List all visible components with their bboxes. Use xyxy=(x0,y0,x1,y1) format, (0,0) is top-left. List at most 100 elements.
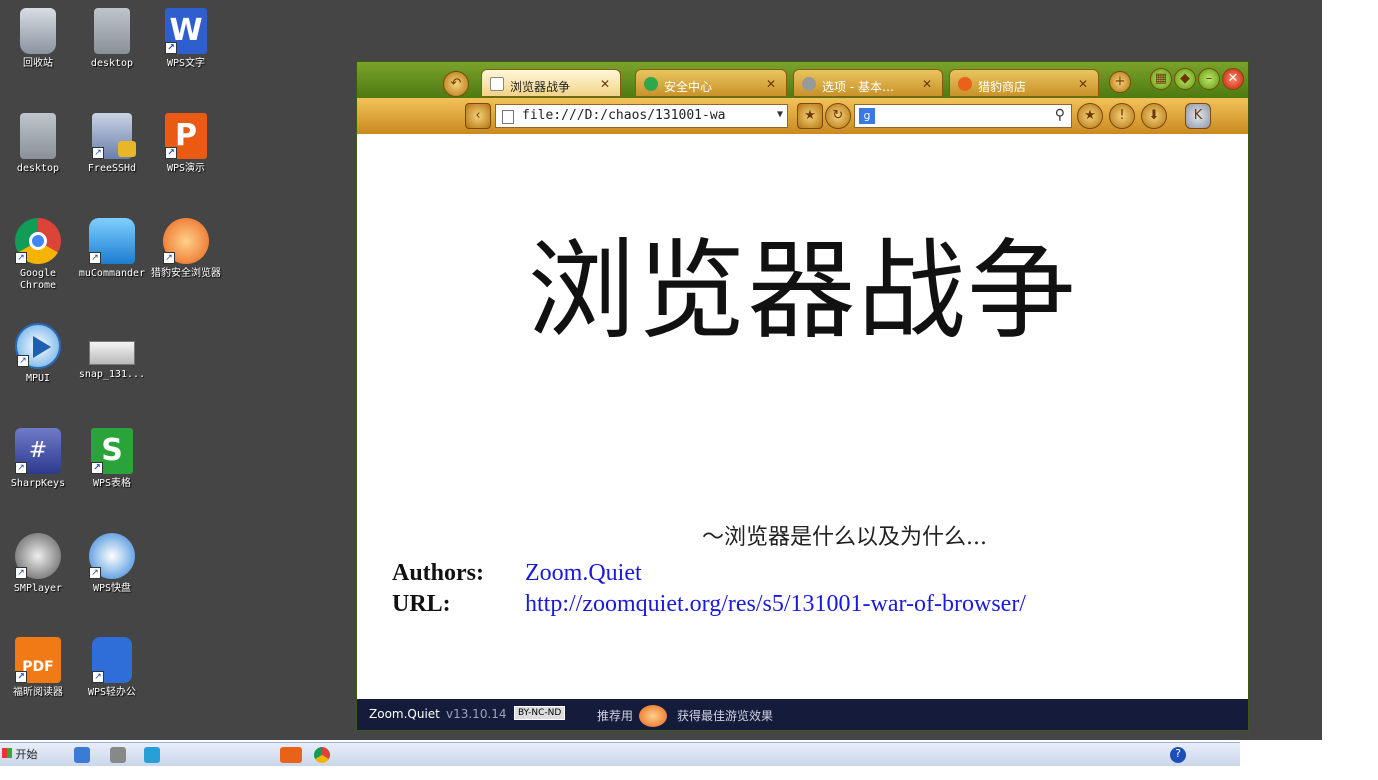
address-bar[interactable]: file:///D:/chaos/131001-wa ▼ xyxy=(495,104,788,128)
wps-light-office-icon[interactable]: ↗ WPS轻办公 xyxy=(74,637,150,699)
security-shield-button[interactable]: K xyxy=(1185,103,1211,129)
new-tab-button[interactable]: + xyxy=(1109,71,1131,93)
liebao-browser-window: ↶ 浏览器战争 ✕ 安全中心 ✕ 选项 - 基本… ✕ 猎豹商店 ✕ + ▦ ◆… xyxy=(356,61,1249,731)
google-icon[interactable]: g xyxy=(859,108,875,124)
house-logo-icon: ↗ xyxy=(92,637,132,683)
page-icon xyxy=(502,110,514,124)
favorite-add-button[interactable]: ★ xyxy=(797,103,823,129)
icon-label: WPS轻办公 xyxy=(87,687,137,698)
torn-edge-right xyxy=(1322,0,1378,780)
grid-icon: ▦ xyxy=(1154,71,1168,86)
icon-label: snap_131... xyxy=(78,369,146,380)
icon-label: WPS演示 xyxy=(166,163,206,174)
footer-recommend: 推荐用 xyxy=(597,709,634,723)
cheetah-logo-icon[interactable] xyxy=(639,705,667,727)
dropdown-arrow-icon[interactable]: ▼ xyxy=(777,109,783,120)
undo-arrow-icon: ↶ xyxy=(450,76,462,91)
mucommander-logo-icon: ↗ xyxy=(89,218,135,264)
tab-label: 安全中心 xyxy=(664,80,713,94)
start-button[interactable]: 开始 xyxy=(2,746,38,762)
footer-version: v13.10.14 xyxy=(446,707,507,721)
tab-browser-war[interactable]: 浏览器战争 ✕ xyxy=(481,69,621,97)
desktop-shortcut-icon[interactable]: desktop xyxy=(0,113,76,175)
smplayer-icon[interactable]: ↗ SMPlayer xyxy=(0,533,76,595)
shield-icon: K xyxy=(1193,108,1203,123)
snap-screenshot-icon[interactable]: snap_131... xyxy=(74,323,150,381)
quicklaunch-icon[interactable] xyxy=(110,747,126,763)
refresh-button[interactable]: ↻ xyxy=(825,103,851,129)
icon-label: WPS文字 xyxy=(166,58,206,69)
quicklaunch-icon[interactable] xyxy=(74,747,90,763)
wps-writer-icon[interactable]: W ↗ WPS文字 xyxy=(148,8,224,70)
cheetah-logo-icon: ↗ xyxy=(163,218,209,264)
quicklaunch-icon[interactable] xyxy=(144,747,160,763)
film-reel-icon: ↗ xyxy=(15,533,61,579)
download-icon: ⬇ xyxy=(1148,108,1160,123)
gear-document-icon xyxy=(20,113,56,159)
taskbar: 开始 ? xyxy=(0,742,1240,766)
help-icon[interactable]: ? xyxy=(1170,747,1186,763)
mucommander-icon[interactable]: ↗ muCommander xyxy=(74,218,150,280)
url-row: URL: http://zoomquiet.org/res/s5/131001-w… xyxy=(392,591,1026,618)
google-chrome-icon[interactable]: ↗ Google Chrome xyxy=(0,218,76,292)
icon-label: desktop xyxy=(90,58,134,69)
liebao-taskbar-icon[interactable] xyxy=(280,747,302,763)
slide-title: 浏览器战争 xyxy=(527,229,1078,354)
authors-row: Authors: Zoom.Quiet xyxy=(392,560,642,587)
cc-license-badge[interactable]: BY-NC-ND xyxy=(514,706,566,720)
close-icon[interactable]: ✕ xyxy=(600,77,610,91)
back-button[interactable]: ‹ xyxy=(465,103,491,129)
cheetah-logo-icon xyxy=(958,77,972,91)
authors-link[interactable]: Zoom.Quiet xyxy=(525,560,642,586)
tab-security-center[interactable]: 安全中心 ✕ xyxy=(635,69,787,97)
close-window-button[interactable]: ✕ xyxy=(1222,68,1244,90)
wps-s-icon: S ↗ xyxy=(91,428,133,474)
tab-label: 猎豹商店 xyxy=(978,80,1027,94)
tab-liebao-store[interactable]: 猎豹商店 ✕ xyxy=(949,69,1099,97)
trash-icon xyxy=(20,8,56,54)
url-link[interactable]: http://zoomquiet.org/res/s5/131001-war-o… xyxy=(525,591,1026,617)
wps-spreadsheet-icon[interactable]: S ↗ WPS表格 xyxy=(74,428,150,490)
url-label: URL: xyxy=(392,591,451,617)
mpui-icon[interactable]: ↗ MPUI xyxy=(0,323,76,385)
menu-button[interactable]: ▦ xyxy=(1150,68,1172,90)
chevron-left-icon: ‹ xyxy=(475,108,481,123)
minimize-button[interactable]: – xyxy=(1198,68,1220,90)
icon-label: MPUI xyxy=(25,373,51,384)
freesshd-icon[interactable]: ↗ FreeSSHd xyxy=(74,113,150,175)
foxit-reader-icon[interactable]: PDF ↗ 福昕阅读器 xyxy=(0,637,76,699)
footer-author: Zoom.Quiet xyxy=(369,707,440,721)
wps-kuaipan-icon[interactable]: ↗ WPS快盘 xyxy=(74,533,150,595)
icon-label: WPS快盘 xyxy=(92,583,132,594)
search-icon[interactable]: ⚲ xyxy=(1055,107,1065,123)
wps-presentation-icon[interactable]: P ↗ WPS演示 xyxy=(148,113,224,175)
gear-icon xyxy=(802,77,816,91)
icon-label: WPS表格 xyxy=(92,478,132,489)
chrome-taskbar-icon[interactable] xyxy=(314,747,330,763)
back-history-button[interactable]: ↶ xyxy=(443,71,469,97)
icon-label: SMPlayer xyxy=(13,583,63,594)
page-content: 浏览器战争 ～浏览器是什么以及为什么... Authors: Zoom.Quiet… xyxy=(357,134,1248,699)
sharpkeys-icon[interactable]: # ↗ SharpKeys xyxy=(0,428,76,490)
tab-options[interactable]: 选项 - 基本… ✕ xyxy=(793,69,943,97)
download-button[interactable]: ⬇ xyxy=(1141,103,1167,129)
star-icon: ★ xyxy=(1084,108,1096,123)
windows-logo-icon xyxy=(2,748,12,758)
gear-document-icon xyxy=(94,8,130,54)
close-icon[interactable]: ✕ xyxy=(922,77,932,91)
favorites-button[interactable]: ★ xyxy=(1077,103,1103,129)
close-icon[interactable]: ✕ xyxy=(766,77,776,91)
search-input[interactable]: g ⚲ xyxy=(854,104,1072,128)
recycle-bin-icon[interactable]: 回收站 xyxy=(0,8,76,70)
skin-button[interactable]: ◆ xyxy=(1174,68,1196,90)
wps-p-icon: P ↗ xyxy=(165,113,207,159)
license-text: BY-NC-ND xyxy=(518,708,562,718)
tips-button[interactable]: ! xyxy=(1109,103,1135,129)
navigation-toolbar: ‹ file:///D:/chaos/131001-wa ▼ ★ ↻ g ⚲ ★… xyxy=(357,98,1248,134)
icon-label: 福昕阅读器 xyxy=(13,687,63,698)
liebao-browser-icon[interactable]: ↗ 猎豹安全浏览器 xyxy=(148,218,224,280)
footer-best-effect: 获得最佳游览效果 xyxy=(677,709,774,723)
close-icon[interactable]: ✕ xyxy=(1078,77,1088,91)
desktop-folder-icon[interactable]: desktop xyxy=(74,8,150,70)
pdf-icon: PDF ↗ xyxy=(15,637,61,683)
